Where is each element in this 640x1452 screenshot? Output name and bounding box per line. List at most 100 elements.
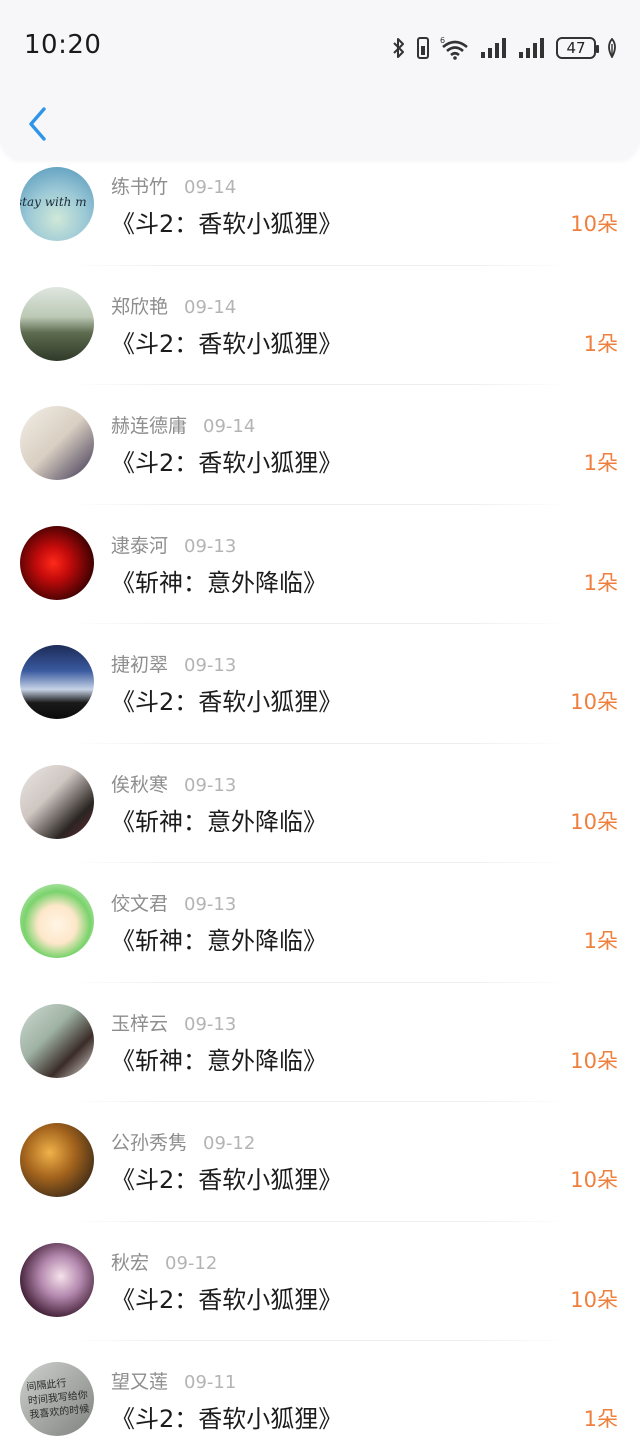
list-item[interactable]: stay with m 练书竹 09-14 《斗2：香软小狐狸》 10朵 (0, 160, 640, 280)
divider (70, 1101, 570, 1102)
sender-line: 佼文君 09-13 (111, 889, 236, 916)
divider (70, 384, 570, 385)
gift-date: 09-13 (184, 535, 237, 557)
gift-amount: 10朵 (570, 690, 618, 714)
gift-amount: 10朵 (570, 809, 618, 834)
gift-date: 09-13 (184, 894, 237, 915)
avatar[interactable]: stay with m (20, 167, 94, 241)
book-title: 《斩神：意外降临》 (111, 927, 327, 955)
sender-name: 练书竹 (111, 176, 169, 198)
list-item[interactable]: 逮泰河 09-13 《斩神：意外降临》 1朵 (0, 519, 640, 639)
signal-icon (518, 38, 546, 58)
divider (70, 981, 570, 983)
book-title: 《斗2：香软小狐狸》 (111, 210, 343, 238)
list-item[interactable]: 玉梓云 09-13 《斩神：意外降临》 10朵 (0, 997, 640, 1117)
sender-name: 赫连德庸 (111, 415, 188, 437)
sender-line: 赫连德庸 09-14 (111, 411, 255, 438)
divider (70, 1340, 570, 1341)
sender-name: 秋宏 (111, 1251, 150, 1274)
book-title: 《斗2：香软小狐狸》 (111, 1405, 343, 1433)
gift-list: stay with m 练书竹 09-14 《斗2：香软小狐狸》 10朵 郑欣艳 0… (0, 160, 640, 1452)
list-item[interactable]: 间隔此行 时间我写给你 我喜欢的时候 望又莲 09-11 《斗2：香软小狐狸》 1… (0, 1355, 640, 1452)
battery-level: 47 (566, 39, 586, 57)
gift-date: 09-14 (184, 296, 237, 318)
gift-amount: 10朵 (570, 1048, 618, 1073)
avatar[interactable] (20, 525, 94, 600)
gift-amount: 1朵 (583, 570, 618, 595)
list-item[interactable]: 俟秋寒 09-13 《斩神：意外降临》 10朵 (0, 758, 640, 878)
leaf-icon (606, 38, 618, 58)
gift-date: 09-11 (184, 1372, 237, 1393)
divider (70, 264, 570, 266)
avatar[interactable] (20, 406, 94, 480)
avatar[interactable] (20, 1242, 94, 1317)
wifi-6-icon: 6 (440, 36, 470, 60)
book-title: 《斩神：意外降临》 (111, 568, 327, 597)
avatar[interactable] (20, 645, 94, 719)
gift-amount: 10朵 (570, 1287, 618, 1312)
divider (70, 503, 570, 505)
list-item[interactable]: 秋宏 09-12 《斗2：香软小狐狸》 10朵 (0, 1236, 640, 1356)
bluetooth-icon (392, 37, 406, 59)
gift-amount: 1朵 (583, 1407, 618, 1431)
gift-amount: 10朵 (570, 1168, 618, 1192)
book-title: 《斗2：香软小狐狸》 (111, 1166, 343, 1194)
avatar[interactable]: 间隔此行 时间我写给你 我喜欢的时候 (20, 1362, 94, 1436)
gift-date: 09-12 (165, 1252, 218, 1274)
avatar-caption: 间隔此行 时间我写给你 我喜欢的时候 (26, 1378, 90, 1422)
book-title: 《斗2：香软小狐狸》 (111, 1285, 343, 1314)
gift-date: 09-14 (184, 177, 237, 198)
top-bar: 10:20 6 47 (0, 0, 640, 160)
avatar[interactable] (20, 884, 94, 958)
sender-line: 郑欣艳 09-14 (111, 292, 236, 319)
sender-line: 望又莲 09-11 (111, 1367, 236, 1394)
divider (70, 1220, 570, 1222)
sender-line: 逮泰河 09-13 (111, 531, 236, 558)
signal-icon (480, 38, 508, 58)
avatar[interactable] (20, 286, 94, 361)
divider (70, 623, 570, 624)
status-icons: 6 47 (392, 34, 618, 62)
gift-amount: 10朵 (570, 212, 618, 236)
gift-date: 09-12 (203, 1133, 256, 1154)
sender-name: 望又莲 (111, 1371, 169, 1393)
gift-records-page: stay with m 练书竹 09-14 《斗2：香软小狐狸》 10朵 郑欣艳 0… (0, 0, 640, 1452)
list-item[interactable]: 郑欣艳 09-14 《斗2：香软小狐狸》 1朵 (0, 280, 640, 400)
status-time: 10:20 (24, 30, 102, 60)
sender-name: 俟秋寒 (111, 773, 169, 796)
book-title: 《斗2：香软小狐狸》 (111, 688, 343, 716)
gift-amount: 1朵 (583, 451, 618, 475)
sender-name: 玉梓云 (111, 1012, 169, 1035)
sender-name: 佼文君 (111, 893, 169, 915)
list-item[interactable]: 捷初翠 09-13 《斗2：香软小狐狸》 10朵 (0, 638, 640, 758)
list-item[interactable]: 公孙秀隽 09-12 《斗2：香软小狐狸》 10朵 (0, 1116, 640, 1236)
list-item[interactable]: 佼文君 09-13 《斩神：意外降临》 1朵 (0, 877, 640, 997)
svg-text:6: 6 (440, 36, 445, 45)
book-title: 《斩神：意外降临》 (111, 807, 327, 836)
sender-line: 玉梓云 09-13 (111, 1009, 236, 1036)
avatar-caption: stay with m (20, 195, 87, 209)
avatar[interactable] (20, 764, 94, 839)
gift-date: 09-13 (184, 774, 237, 796)
book-title: 《斗2：香软小狐狸》 (111, 449, 343, 477)
sender-line: 捷初翠 09-13 (111, 650, 236, 677)
sender-line: 俟秋寒 09-13 (111, 770, 236, 797)
gift-amount: 1朵 (583, 331, 618, 356)
chevron-left-icon (29, 107, 46, 141)
avatar[interactable] (20, 1123, 94, 1197)
gift-date: 09-14 (203, 416, 256, 437)
sender-name: 捷初翠 (111, 654, 169, 676)
divider (70, 742, 570, 744)
sender-name: 郑欣艳 (111, 295, 169, 318)
back-button[interactable] (20, 104, 56, 144)
gift-date: 09-13 (184, 1013, 237, 1035)
sender-name: 公孙秀隽 (111, 1132, 188, 1154)
book-title: 《斗2：香软小狐狸》 (111, 329, 343, 358)
battery-icon: 47 (556, 37, 599, 59)
sender-line: 练书竹 09-14 (111, 172, 236, 199)
book-title: 《斩神：意外降临》 (111, 1046, 327, 1075)
avatar[interactable] (20, 1003, 94, 1078)
list-item[interactable]: 赫连德庸 09-14 《斗2：香软小狐狸》 1朵 (0, 399, 640, 519)
sender-line: 公孙秀隽 09-12 (111, 1128, 255, 1155)
sender-line: 秋宏 09-12 (111, 1248, 217, 1275)
